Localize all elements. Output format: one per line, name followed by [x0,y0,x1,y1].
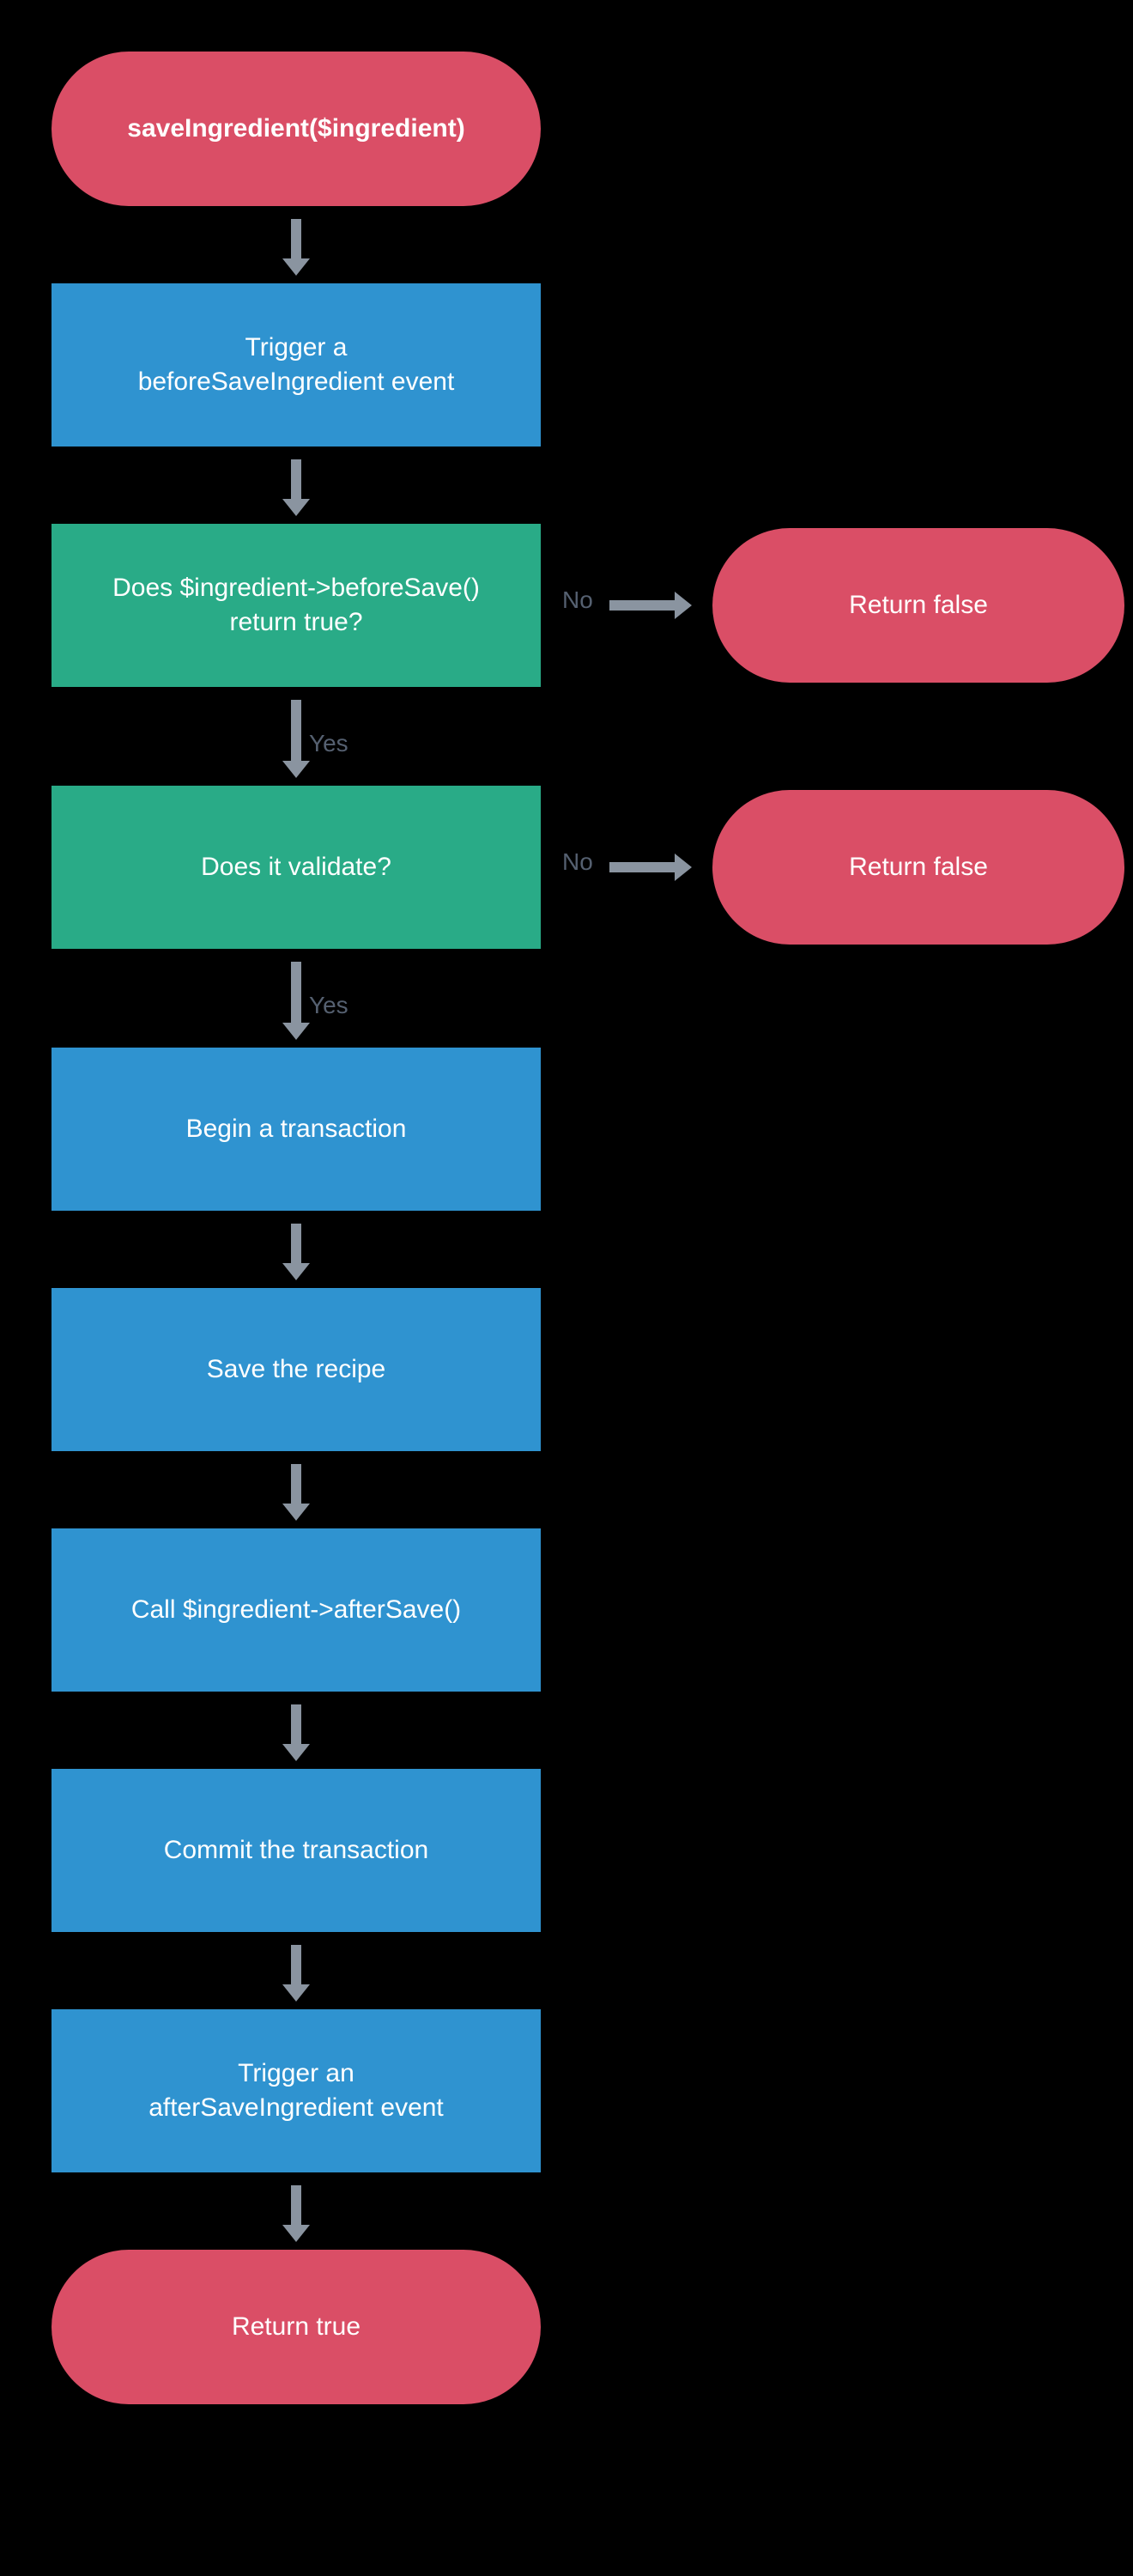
terminal-return-false-2-label: Return false [849,850,988,885]
arrow [291,1464,301,1507]
terminal-return-true: Return true [52,2250,541,2404]
decision-validate-label: Does it validate? [201,850,391,885]
terminal-return-false-2: Return false [712,790,1124,945]
process-save-recipe: Save the recipe [52,1288,541,1451]
arrow [291,962,301,1026]
decision-before-save-label: Does $ingredient->beforeSave() return tr… [112,571,480,641]
terminal-return-false-1: Return false [712,528,1124,683]
arrow [291,1224,301,1267]
process-save-recipe-label: Save the recipe [207,1352,385,1388]
arrow [291,1704,301,1747]
decision-validate: Does it validate? [52,786,541,949]
arrow [291,219,301,262]
terminal-start: saveIngredient($ingredient) [52,52,541,206]
process-begin-tx: Begin a transaction [52,1048,541,1211]
edge-label-yes: Yes [309,730,348,757]
process-trigger-before: Trigger a beforeSaveIngredient event [52,283,541,447]
process-trigger-after: Trigger an afterSaveIngredient event [52,2009,541,2172]
arrow [609,600,678,611]
process-after-save-call-label: Call $ingredient->afterSave() [131,1593,461,1628]
arrow [291,2185,301,2228]
terminal-return-true-label: Return true [232,2310,360,2345]
arrow [291,1945,301,1988]
arrow [609,862,678,872]
process-trigger-before-label: Trigger a beforeSaveIngredient event [138,331,455,400]
process-commit-tx-label: Commit the transaction [164,1833,428,1868]
terminal-start-label: saveIngredient($ingredient) [127,112,464,147]
arrow [291,459,301,502]
process-after-save-call: Call $ingredient->afterSave() [52,1528,541,1692]
edge-label-no: No [562,586,593,614]
arrow [291,700,301,764]
flowchart-container: saveIngredient($ingredient) Trigger a be… [52,52,1082,2507]
terminal-return-false-1-label: Return false [849,588,988,623]
edge-label-no: No [562,848,593,876]
process-trigger-after-label: Trigger an afterSaveIngredient event [148,2057,444,2126]
process-commit-tx: Commit the transaction [52,1769,541,1932]
process-begin-tx-label: Begin a transaction [186,1112,407,1147]
edge-label-yes: Yes [309,992,348,1019]
decision-before-save: Does $ingredient->beforeSave() return tr… [52,524,541,687]
